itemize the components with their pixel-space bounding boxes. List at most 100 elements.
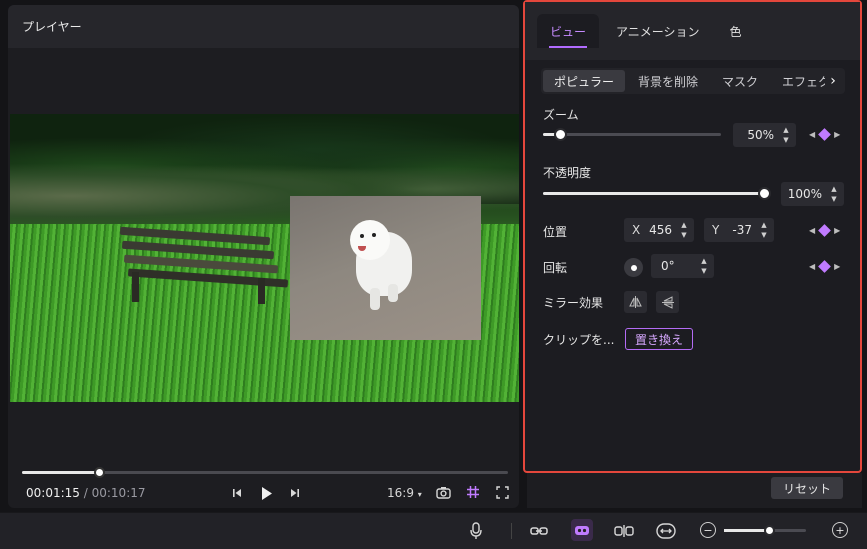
timeline-handle[interactable] xyxy=(94,467,106,478)
opacity-slider[interactable] xyxy=(543,187,771,200)
toolbar-divider xyxy=(511,523,512,539)
next-keyframe-icon[interactable]: ▶ xyxy=(834,226,840,235)
keyframe-icon[interactable] xyxy=(818,260,832,273)
total-time: 00:10:17 xyxy=(91,486,146,500)
chevron-down-icon[interactable]: ▼ xyxy=(783,136,788,144)
next-frame-icon[interactable] xyxy=(288,488,302,498)
zoom-in-icon[interactable]: + xyxy=(832,522,848,538)
overlay-clip[interactable] xyxy=(290,196,481,340)
fullscreen-icon[interactable] xyxy=(496,486,509,499)
chevron-up-icon[interactable]: ▲ xyxy=(681,221,686,229)
zoom-out-icon[interactable]: − xyxy=(700,522,716,538)
fit-icon[interactable] xyxy=(656,521,676,541)
opacity-value: 100% xyxy=(787,187,822,201)
rotation-value: 0° xyxy=(661,259,675,273)
time-display: 00:01:15 / 00:10:17 xyxy=(26,486,146,500)
position-label: 位置 xyxy=(543,225,568,239)
camera-icon[interactable] xyxy=(436,486,451,499)
play-icon[interactable] xyxy=(258,486,274,500)
player-title: プレイヤー xyxy=(22,20,82,34)
prev-keyframe-icon[interactable]: ◀ xyxy=(809,262,815,271)
subtab-mask[interactable]: マスク xyxy=(711,70,769,92)
link-icon[interactable] xyxy=(530,521,548,541)
chevron-up-icon[interactable]: ▲ xyxy=(783,126,788,134)
timeline-zoom-fill xyxy=(724,529,770,532)
subtab-popular[interactable]: ポピュラー xyxy=(543,70,626,92)
rotation-keyframe: ◀ ▶ xyxy=(809,260,840,273)
mirror-vertical-icon[interactable] xyxy=(656,291,679,313)
grid-icon[interactable] xyxy=(466,485,480,499)
bottom-toolbar: − + xyxy=(0,512,867,549)
chevron-right-icon[interactable]: › xyxy=(825,72,841,90)
chevron-down-icon[interactable]: ▼ xyxy=(701,267,706,275)
current-time: 00:01:15 xyxy=(26,486,80,500)
time-separator: / xyxy=(83,486,88,500)
opacity-slider-handle[interactable] xyxy=(757,187,771,200)
zoom-stepper[interactable]: ▲ ▼ xyxy=(781,126,791,144)
rotation-label: 回転 xyxy=(543,261,568,275)
reset-button[interactable]: リセット xyxy=(771,477,843,499)
keyframe-icon[interactable] xyxy=(818,224,832,237)
prev-frame-icon[interactable] xyxy=(230,488,244,498)
tab-view[interactable]: ビュー xyxy=(537,14,600,48)
replace-button[interactable]: 置き換え xyxy=(625,328,694,350)
video-preview[interactable] xyxy=(10,114,519,402)
position-x-input[interactable]: X 456 ▲ ▼ xyxy=(624,218,694,242)
aspect-ratio-select[interactable]: 16:9 ▾ xyxy=(387,486,422,500)
player-header: プレイヤー xyxy=(8,5,519,48)
zoom-label: ズーム xyxy=(543,108,579,122)
mirror-label: ミラー効果 xyxy=(543,296,604,310)
properties-panel: ビュー アニメーション 色 ポピュラー 背景を削除 マスク エフェク › ズーム… xyxy=(523,0,862,473)
ai-icon[interactable] xyxy=(571,519,593,541)
position-x-stepper[interactable]: ▲ ▼ xyxy=(679,221,689,239)
opacity-label: 不透明度 xyxy=(543,166,592,180)
prev-keyframe-icon[interactable]: ◀ xyxy=(809,130,815,139)
timeline-zoom-handle[interactable] xyxy=(763,525,775,536)
prev-keyframe-icon[interactable]: ◀ xyxy=(809,226,815,235)
timeline-zoom-slider[interactable] xyxy=(724,525,806,536)
chevron-up-icon[interactable]: ▲ xyxy=(831,185,836,193)
keyframe-icon[interactable] xyxy=(818,128,832,141)
opacity-slider-fill xyxy=(543,192,764,195)
zoom-slider[interactable] xyxy=(543,128,721,141)
playback-timeline[interactable] xyxy=(22,467,508,478)
clip-label: クリップを... xyxy=(543,333,615,347)
next-keyframe-icon[interactable]: ▶ xyxy=(834,130,840,139)
mirror-horizontal-icon[interactable] xyxy=(624,291,647,313)
subtabs: ポピュラー 背景を削除 マスク エフェク › xyxy=(541,68,845,94)
chevron-up-icon[interactable]: ▲ xyxy=(701,257,706,265)
timeline-progress xyxy=(22,471,100,474)
position-y-input[interactable]: Y -37 ▲ ▼ xyxy=(704,218,774,242)
opacity-input[interactable]: 100% ▲ ▼ xyxy=(781,182,844,206)
chevron-down-icon[interactable]: ▼ xyxy=(831,195,836,203)
subtab-remove-background[interactable]: 背景を削除 xyxy=(627,70,709,92)
zoom-input[interactable]: 50% ▲ ▼ xyxy=(733,123,796,147)
panel-tabs: ビュー アニメーション 色 xyxy=(525,2,860,60)
dog-image xyxy=(348,220,418,312)
rotation-dial[interactable] xyxy=(624,258,643,277)
chevron-down-icon[interactable]: ▼ xyxy=(681,231,686,239)
playback-controls xyxy=(230,485,302,501)
tab-animation[interactable]: アニメーション xyxy=(603,14,713,48)
player-panel: プレイヤー 00:01:15 / 00:10:17 16:9 ▾ xyxy=(8,5,519,508)
chevron-down-icon: ▾ xyxy=(417,490,422,499)
rotation-input[interactable]: 0° ▲ ▼ xyxy=(651,254,714,278)
position-x-prefix: X xyxy=(632,223,641,237)
next-keyframe-icon[interactable]: ▶ xyxy=(834,262,840,271)
aspect-ratio-value: 16:9 xyxy=(387,486,414,500)
position-x-value: 456 xyxy=(649,223,672,237)
opacity-stepper[interactable]: ▲ ▼ xyxy=(829,185,839,203)
position-y-value: -37 xyxy=(732,223,752,237)
tab-color[interactable]: 色 xyxy=(717,14,755,48)
position-keyframe: ◀ ▶ xyxy=(809,224,840,237)
microphone-icon[interactable] xyxy=(470,521,482,541)
chevron-up-icon[interactable]: ▲ xyxy=(761,221,766,229)
bench-image xyxy=(118,226,293,304)
zoom-value: 50% xyxy=(747,128,774,142)
rotation-stepper[interactable]: ▲ ▼ xyxy=(699,257,709,275)
chevron-down-icon[interactable]: ▼ xyxy=(761,231,766,239)
split-icon[interactable] xyxy=(614,521,634,541)
position-y-prefix: Y xyxy=(712,223,720,237)
position-y-stepper[interactable]: ▲ ▼ xyxy=(759,221,769,239)
zoom-slider-handle[interactable] xyxy=(554,128,568,141)
